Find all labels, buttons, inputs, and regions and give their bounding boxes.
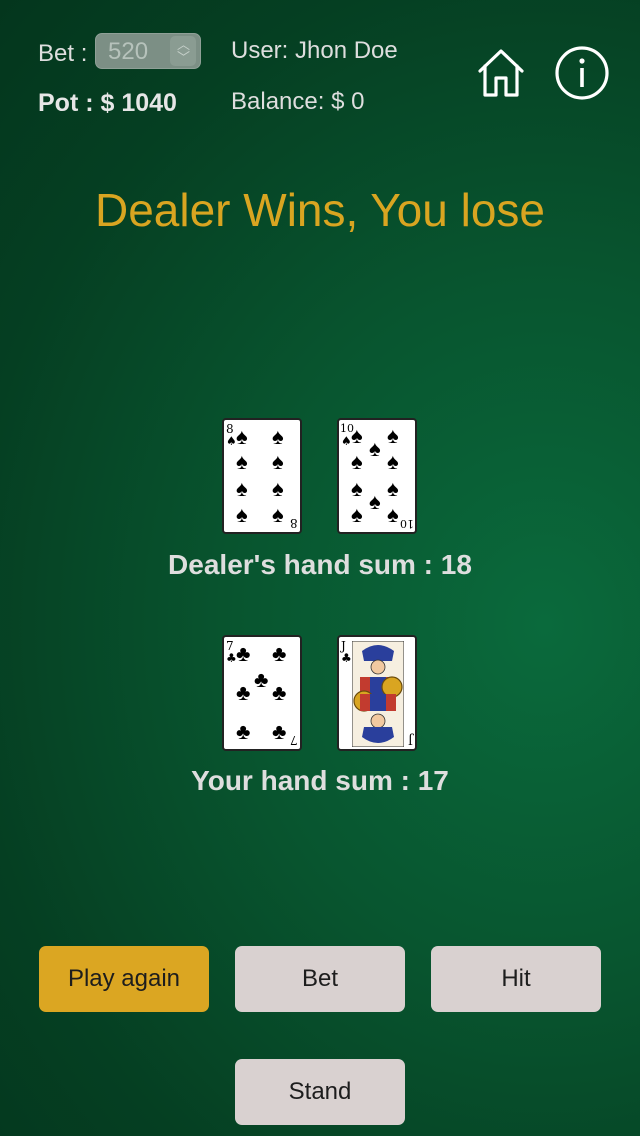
dealer-card-2: 10 ♠ 10 ♠ ♠ ♠ ♠ ♠ ♠ ♠ ♠ ♠ ♠ bbox=[337, 418, 417, 534]
bet-amount-value: 520 bbox=[108, 38, 149, 65]
home-button[interactable] bbox=[473, 45, 529, 101]
bet-amount-input[interactable]: 520 ︿ ﹀ bbox=[95, 33, 201, 69]
home-icon bbox=[478, 49, 524, 97]
player-card-1: 7 ♣ 7 ♣ ♣ ♣ ♣ ♣ ♣ ♣ bbox=[222, 635, 302, 751]
card-rank-bottom: 7 bbox=[290, 733, 298, 747]
result-message: Dealer Wins, You lose bbox=[94, 184, 546, 236]
pot-amount: Pot : $ 1040 bbox=[38, 89, 177, 117]
user-name: User: Jhon Doe bbox=[231, 37, 398, 64]
stepper-down-icon[interactable]: ﹀ bbox=[177, 51, 190, 64]
bet-stepper[interactable]: ︿ ﹀ bbox=[170, 36, 196, 66]
info-button[interactable] bbox=[554, 45, 610, 101]
dealer-card-1: 8 ♠ 8 ♠ ♠ ♠ ♠ ♠ ♠ ♠ ♠ bbox=[222, 418, 302, 534]
player-card-2: J ♣ J bbox=[337, 635, 417, 751]
jack-face-icon bbox=[352, 641, 404, 747]
info-icon bbox=[555, 46, 609, 100]
card-rank-bottom: 8 bbox=[290, 516, 298, 530]
card-suit: ♣ bbox=[341, 651, 352, 665]
play-again-button[interactable]: Play again bbox=[39, 946, 209, 1012]
bet-label: Bet : bbox=[38, 40, 88, 67]
hit-button[interactable]: Hit bbox=[431, 946, 601, 1012]
stand-button[interactable]: Stand bbox=[235, 1059, 405, 1125]
card-rank-bottom: J bbox=[408, 733, 413, 747]
player-hand-sum: Your hand sum : 17 bbox=[191, 765, 449, 796]
dealer-hand-sum: Dealer's hand sum : 18 bbox=[168, 549, 472, 580]
balance-amount: Balance: $ 0 bbox=[231, 88, 365, 115]
bet-button[interactable]: Bet bbox=[235, 946, 405, 1012]
card-rank-bottom: 10 bbox=[400, 517, 414, 530]
